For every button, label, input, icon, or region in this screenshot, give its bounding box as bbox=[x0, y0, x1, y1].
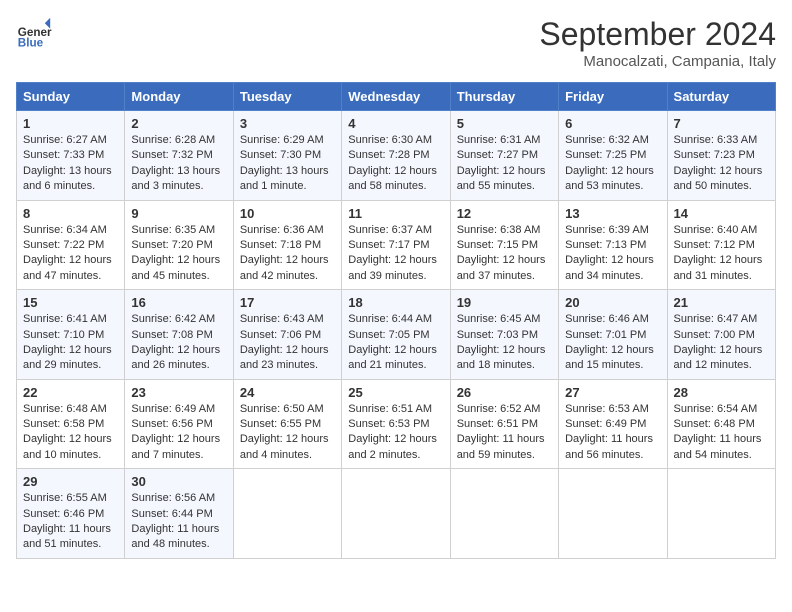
table-row: 19Sunrise: 6:45 AMSunset: 7:03 PMDayligh… bbox=[450, 290, 558, 380]
table-row: 29Sunrise: 6:55 AMSunset: 6:46 PMDayligh… bbox=[17, 469, 125, 559]
table-row: 12Sunrise: 6:38 AMSunset: 7:15 PMDayligh… bbox=[450, 200, 558, 290]
header-row: Sunday Monday Tuesday Wednesday Thursday… bbox=[17, 83, 776, 111]
table-row: 4Sunrise: 6:30 AMSunset: 7:28 PMDaylight… bbox=[342, 111, 450, 201]
main-title: September 2024 bbox=[539, 16, 776, 53]
table-row: 27Sunrise: 6:53 AMSunset: 6:49 PMDayligh… bbox=[559, 379, 667, 469]
col-wednesday: Wednesday bbox=[342, 83, 450, 111]
table-row: 25Sunrise: 6:51 AMSunset: 6:53 PMDayligh… bbox=[342, 379, 450, 469]
table-row: 3Sunrise: 6:29 AMSunset: 7:30 PMDaylight… bbox=[233, 111, 341, 201]
table-row: 18Sunrise: 6:44 AMSunset: 7:05 PMDayligh… bbox=[342, 290, 450, 380]
table-row: 21Sunrise: 6:47 AMSunset: 7:00 PMDayligh… bbox=[667, 290, 775, 380]
logo: General Blue bbox=[16, 16, 52, 52]
table-row: 8Sunrise: 6:34 AMSunset: 7:22 PMDaylight… bbox=[17, 200, 125, 290]
header: General Blue September 2024 Manocalzati,… bbox=[16, 16, 776, 70]
table-row: 16Sunrise: 6:42 AMSunset: 7:08 PMDayligh… bbox=[125, 290, 233, 380]
table-row: 20Sunrise: 6:46 AMSunset: 7:01 PMDayligh… bbox=[559, 290, 667, 380]
table-row bbox=[342, 469, 450, 559]
table-row: 14Sunrise: 6:40 AMSunset: 7:12 PMDayligh… bbox=[667, 200, 775, 290]
table-row: 6Sunrise: 6:32 AMSunset: 7:25 PMDaylight… bbox=[559, 111, 667, 201]
table-row bbox=[667, 469, 775, 559]
table-row: 7Sunrise: 6:33 AMSunset: 7:23 PMDaylight… bbox=[667, 111, 775, 201]
table-row: 5Sunrise: 6:31 AMSunset: 7:27 PMDaylight… bbox=[450, 111, 558, 201]
table-row: 15Sunrise: 6:41 AMSunset: 7:10 PMDayligh… bbox=[17, 290, 125, 380]
table-row: 1Sunrise: 6:27 AMSunset: 7:33 PMDaylight… bbox=[17, 111, 125, 201]
table-row bbox=[233, 469, 341, 559]
table-row: 10Sunrise: 6:36 AMSunset: 7:18 PMDayligh… bbox=[233, 200, 341, 290]
col-sunday: Sunday bbox=[17, 83, 125, 111]
table-row: 28Sunrise: 6:54 AMSunset: 6:48 PMDayligh… bbox=[667, 379, 775, 469]
table-row: 11Sunrise: 6:37 AMSunset: 7:17 PMDayligh… bbox=[342, 200, 450, 290]
table-row: 2Sunrise: 6:28 AMSunset: 7:32 PMDaylight… bbox=[125, 111, 233, 201]
col-tuesday: Tuesday bbox=[233, 83, 341, 111]
table-row: 26Sunrise: 6:52 AMSunset: 6:51 PMDayligh… bbox=[450, 379, 558, 469]
table-row: 17Sunrise: 6:43 AMSunset: 7:06 PMDayligh… bbox=[233, 290, 341, 380]
table-row: 22Sunrise: 6:48 AMSunset: 6:58 PMDayligh… bbox=[17, 379, 125, 469]
calendar-table: Sunday Monday Tuesday Wednesday Thursday… bbox=[16, 82, 776, 559]
table-row: 13Sunrise: 6:39 AMSunset: 7:13 PMDayligh… bbox=[559, 200, 667, 290]
table-row: 9Sunrise: 6:35 AMSunset: 7:20 PMDaylight… bbox=[125, 200, 233, 290]
svg-text:Blue: Blue bbox=[18, 37, 44, 50]
col-friday: Friday bbox=[559, 83, 667, 111]
table-row bbox=[559, 469, 667, 559]
table-row: 24Sunrise: 6:50 AMSunset: 6:55 PMDayligh… bbox=[233, 379, 341, 469]
title-area: September 2024 Manocalzati, Campania, It… bbox=[539, 16, 776, 70]
table-row: 30Sunrise: 6:56 AMSunset: 6:44 PMDayligh… bbox=[125, 469, 233, 559]
sub-title: Manocalzati, Campania, Italy bbox=[539, 53, 776, 70]
col-monday: Monday bbox=[125, 83, 233, 111]
col-thursday: Thursday bbox=[450, 83, 558, 111]
table-row: 23Sunrise: 6:49 AMSunset: 6:56 PMDayligh… bbox=[125, 379, 233, 469]
table-row bbox=[450, 469, 558, 559]
col-saturday: Saturday bbox=[667, 83, 775, 111]
logo-icon: General Blue bbox=[16, 16, 52, 52]
